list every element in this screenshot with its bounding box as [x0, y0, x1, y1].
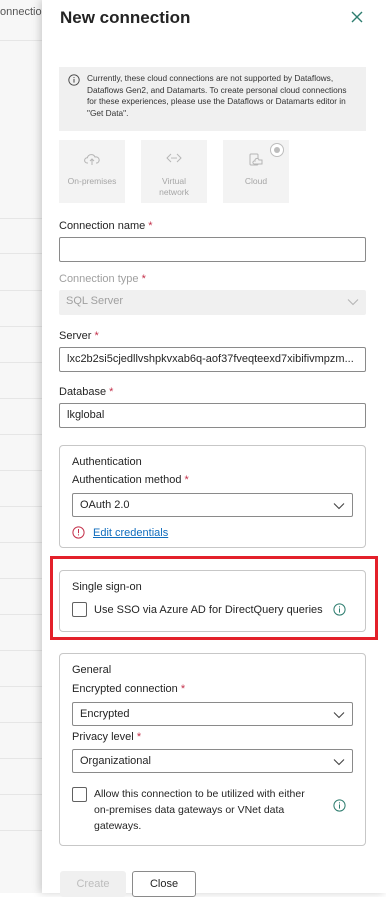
server-label: Server * — [59, 330, 99, 342]
background-row-divider — [0, 40, 42, 41]
background-row-divider — [0, 326, 42, 327]
required-mark: * — [136, 731, 142, 743]
background-row-divider — [0, 830, 42, 831]
required-mark: * — [184, 474, 189, 486]
cloud-radio — [270, 143, 284, 157]
tile-cloud: Cloud — [223, 140, 289, 203]
required-mark: * — [94, 330, 99, 342]
tile-label: Cloud — [244, 176, 268, 186]
general-section: General Encrypted connection * Encrypted… — [59, 653, 366, 846]
highlight-annotation-box — [50, 556, 378, 640]
background-row-divider — [0, 506, 42, 507]
encrypted-connection-value: Encrypted — [80, 708, 130, 720]
database-label: Database * — [59, 386, 113, 398]
background-row-divider — [0, 614, 42, 615]
connection-name-label: Connection name * — [59, 220, 153, 232]
gateway-checkbox-label-line2: on-premises data gateways or VNet data — [94, 804, 285, 816]
label-text: Server — [59, 330, 92, 342]
tile-virtual-network: Virtual network — [141, 140, 207, 203]
authentication-method-select[interactable]: OAuth 2.0 — [72, 493, 353, 517]
label-text: Encrypted connection — [72, 683, 178, 695]
authentication-section: Authentication Authentication method * O… — [59, 445, 366, 548]
close-button[interactable]: Close — [132, 871, 196, 897]
gateway-checkbox-label-line3: gateways. — [94, 820, 142, 832]
label-text: Database — [59, 386, 107, 398]
background-row-divider — [0, 794, 42, 795]
privacy-level-value: Organizational — [80, 755, 151, 767]
server-input[interactable]: lxc2b2si5cjedllvshpkvxab6q-aof37fveqteex… — [59, 347, 366, 372]
background-row-divider — [0, 686, 42, 687]
gateway-checkbox-label: Allow this connection to be utilized wit… — [94, 788, 305, 800]
panel-title: New connection — [60, 8, 191, 27]
background-row-divider — [0, 290, 42, 291]
label-text: Privacy level — [72, 731, 134, 743]
connection-type-select: SQL Server — [59, 290, 366, 315]
tile-label: Virtual — [162, 176, 186, 186]
background-row-divider — [0, 650, 42, 651]
background-row-divider — [0, 398, 42, 399]
background-page: onnectio — [0, 0, 42, 893]
connection-name-input[interactable] — [59, 237, 366, 262]
create-button[interactable]: Create — [60, 871, 126, 897]
cloud-notice-banner: Currently, these cloud connections are n… — [59, 67, 366, 131]
connection-type-label: Connection type * — [59, 273, 146, 285]
background-column-header: onnectio — [0, 6, 42, 18]
error-icon — [72, 526, 85, 539]
background-row-divider — [0, 470, 42, 471]
required-mark: * — [141, 273, 146, 285]
tile-on-premises: On-premises — [59, 140, 125, 203]
chevron-down-icon — [347, 299, 359, 306]
chevron-down-icon — [333, 712, 345, 719]
authentication-title: Authentication — [72, 456, 142, 468]
network-icon — [166, 153, 182, 163]
privacy-level-select[interactable]: Organizational — [72, 749, 353, 773]
general-title: General — [72, 664, 112, 676]
authentication-method-value: OAuth 2.0 — [80, 499, 130, 511]
encrypted-connection-label: Encrypted connection * — [72, 683, 185, 695]
label-text: Connection type — [59, 273, 139, 285]
info-icon[interactable] — [333, 799, 346, 812]
required-mark: * — [109, 386, 114, 398]
background-row-divider — [0, 722, 42, 723]
background-row-divider — [0, 434, 42, 435]
tile-label-line2: network — [159, 187, 189, 197]
notice-text: Currently, these cloud connections are n… — [87, 73, 347, 118]
chevron-down-icon — [333, 759, 345, 766]
close-icon[interactable] — [348, 8, 366, 26]
gateway-checkbox[interactable] — [72, 787, 87, 802]
chevron-down-icon — [333, 503, 345, 510]
privacy-level-label: Privacy level * — [72, 731, 141, 743]
background-row-divider — [0, 218, 42, 219]
required-mark: * — [180, 683, 186, 695]
label-text: Authentication method — [72, 474, 182, 486]
background-row-divider — [0, 362, 42, 363]
connection-type-value: SQL Server — [66, 295, 124, 307]
authentication-method-label: Authentication method * — [72, 474, 189, 486]
cloud-upload-icon — [84, 154, 100, 165]
background-row-divider — [0, 578, 42, 579]
database-input[interactable]: lkglobal — [59, 403, 366, 428]
background-row-divider — [0, 758, 42, 759]
required-mark: * — [148, 220, 153, 232]
label-text: Connection name — [59, 220, 146, 232]
encrypted-connection-select[interactable]: Encrypted — [72, 702, 353, 726]
edit-credentials-link[interactable]: Edit credentials — [93, 527, 168, 539]
database-cloud-icon — [249, 153, 263, 166]
tile-label: On-premises — [67, 176, 117, 186]
background-row-divider — [0, 253, 42, 254]
background-row-divider — [0, 542, 42, 543]
info-icon — [68, 74, 80, 86]
